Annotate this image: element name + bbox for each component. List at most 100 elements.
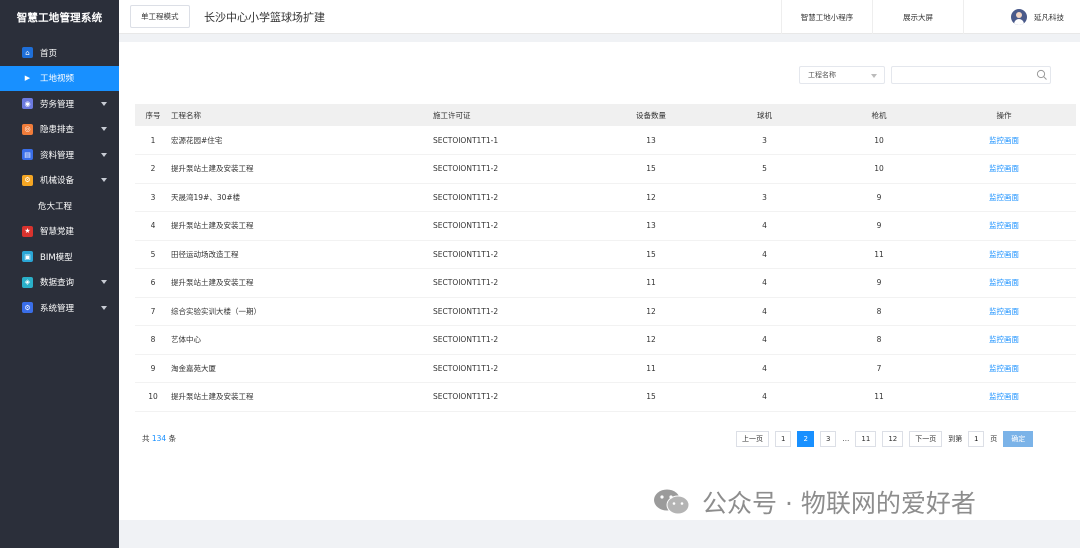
table-row: 5 田径运动场改造工程 SECTOIONT1T1-2 15 4 11 监控画面 (135, 240, 1076, 269)
wechat-logo-icon (654, 489, 690, 515)
bullet-camera-count: 9 (826, 183, 932, 212)
project-title: 长沙中心小学篮球场扩建 (204, 11, 325, 24)
col-index-header: 序号 (135, 104, 171, 126)
single-project-mode-button[interactable]: 单工程模式 (130, 5, 190, 28)
project-name: 淘金嘉苑大厦 (171, 354, 433, 383)
monitor-link[interactable]: 监控画面 (932, 325, 1076, 355)
dome-camera-count: 4 (703, 354, 826, 383)
main-card: 工程名称 序号 工程名称 施工许可证 设备数量 球机 枪机 操作 1 宏源花园#住… (119, 42, 1080, 520)
monitor-link[interactable]: 监控画面 (932, 211, 1076, 241)
project-name-select[interactable]: 工程名称 (799, 66, 885, 84)
col-permit-header: 施工许可证 (433, 104, 599, 126)
permit-no: SECTOIONT1T1-2 (433, 240, 599, 269)
dome-camera-count: 4 (703, 240, 826, 269)
row-index: 8 (135, 325, 171, 355)
machine-icon: ⚙ (22, 174, 33, 186)
permit-no: SECTOIONT1T1-2 (433, 354, 599, 383)
sidebar-item-6[interactable]: 危大工程 (0, 193, 119, 219)
sidebar: 智慧工地管理系统 ⌂ 首页 ▶ 工地视频 ◉ 劳务管理 ◎ 隐患排查 ▤ 资料管理 ⚙ 机械设备 危大工… (0, 0, 119, 548)
sidebar-item-10[interactable]: ⚙ 系统管理 (0, 295, 119, 321)
sidebar-item-2[interactable]: ◉ 劳务管理 (0, 91, 119, 117)
page-button[interactable]: 12 (882, 431, 904, 447)
dome-camera-count: 4 (703, 211, 826, 241)
sidebar-item-8[interactable]: ▣ BIM模型 (0, 244, 119, 270)
table-row: 9 淘金嘉苑大厦 SECTOIONT1T1-2 11 4 7 监控画面 (135, 354, 1076, 383)
party-icon: ★ (22, 225, 33, 237)
col-project-name-header: 工程名称 (171, 104, 433, 126)
bullet-camera-count: 11 (826, 382, 932, 412)
chevron-down-icon (101, 101, 107, 106)
project-name: 天晟湾19#、30#楼 (171, 183, 433, 212)
monitor-link[interactable]: 监控画面 (932, 382, 1076, 412)
row-index: 2 (135, 154, 171, 184)
total-count: 共 134 条 (142, 433, 176, 444)
avatar[interactable] (1011, 9, 1027, 25)
goto-label: 到第 (948, 435, 963, 443)
chevron-down-icon (101, 127, 107, 132)
prev-page-button[interactable]: 上一页 (736, 431, 769, 447)
table-row: 6 提升泵站土建及安装工程 SECTOIONT1T1-2 11 4 9 监控画面 (135, 268, 1076, 298)
big-screen-link[interactable]: 展示大屏 (872, 0, 963, 34)
row-index: 4 (135, 211, 171, 241)
row-index: 6 (135, 268, 171, 298)
device-count: 11 (599, 268, 703, 298)
bullet-camera-count: 8 (826, 297, 932, 326)
sidebar-item-3[interactable]: ◎ 隐患排查 (0, 117, 119, 143)
monitor-link[interactable]: 监控画面 (932, 297, 1076, 326)
dome-camera-count: 4 (703, 297, 826, 326)
bullet-camera-count: 10 (826, 154, 932, 184)
sidebar-item-label: 机械设备 (40, 176, 75, 187)
monitor-link[interactable]: 监控画面 (932, 154, 1076, 184)
project-name: 提升泵站土建及安装工程 (171, 268, 433, 298)
page-button[interactable]: 1 (775, 431, 792, 447)
search-icon[interactable] (1036, 69, 1048, 81)
goto-page-input[interactable] (968, 431, 985, 447)
sidebar-item-9[interactable]: ◈ 数据查询 (0, 270, 119, 296)
chevron-down-icon (101, 178, 107, 183)
confirm-button[interactable]: 确定 (1003, 431, 1034, 447)
sidebar-item-1[interactable]: ▶ 工地视频 (0, 65, 119, 91)
total-number: 134 (151, 434, 167, 443)
table-row: 7 综合实验实训大楼（一期） SECTOIONT1T1-2 12 4 8 监控画面 (135, 297, 1076, 326)
table-body: 1 宏源花园#住宅 SECTOIONT1T1-1 13 3 10 监控画面 2 提升泵站土建及安… (135, 126, 1076, 412)
table-row: 3 天晟湾19#、30#楼 SECTOIONT1T1-2 12 3 9 监控画面 (135, 183, 1076, 212)
permit-no: SECTOIONT1T1-1 (433, 126, 599, 155)
monitor-link[interactable]: 监控画面 (932, 354, 1076, 383)
hazard-icon: ◎ (22, 123, 33, 135)
project-table: 序号 工程名称 施工许可证 设备数量 球机 枪机 操作 1 宏源花园#住宅 SECT… (135, 104, 1076, 412)
monitor-link[interactable]: 监控画面 (932, 240, 1076, 269)
table-row: 1 宏源花园#住宅 SECTOIONT1T1-1 13 3 10 监控画面 (135, 126, 1076, 155)
table-row: 8 艺体中心 SECTOIONT1T1-2 12 4 8 监控画面 (135, 325, 1076, 355)
search-input[interactable] (891, 66, 1051, 84)
col-bullet-camera-header: 枪机 (826, 104, 932, 126)
monitor-link[interactable]: 监控画面 (932, 126, 1076, 155)
project-name: 宏源花园#住宅 (171, 126, 433, 155)
labor-icon: ◉ (22, 98, 33, 110)
watermark: 公众号 · 物联网的爱好者 (652, 484, 976, 520)
next-page-button[interactable]: 下一页 (909, 431, 943, 447)
pagination-ellipsis: … (842, 435, 850, 443)
page-button[interactable]: 2 (797, 431, 814, 447)
sidebar-item-4[interactable]: ▤ 资料管理 (0, 142, 119, 168)
bullet-camera-count: 9 (826, 268, 932, 298)
device-count: 13 (599, 211, 703, 241)
sidebar-item-0[interactable]: ⌂ 首页 (0, 40, 119, 66)
user-name: 延凡科技 (1034, 12, 1064, 22)
page-button[interactable]: 11 (855, 431, 877, 447)
page-button[interactable]: 3 (819, 431, 837, 447)
dome-camera-count: 5 (703, 154, 826, 184)
mini-program-link[interactable]: 智慧工地小程序 (781, 0, 872, 34)
monitor-link[interactable]: 监控画面 (932, 183, 1076, 212)
project-name: 艺体中心 (171, 325, 433, 355)
device-count: 11 (599, 354, 703, 383)
table-row: 10 提升泵站土建及安装工程 SECTOIONT1T1-2 15 4 11 监控画面 (135, 382, 1076, 412)
bullet-camera-count: 10 (826, 126, 932, 155)
sidebar-item-label: 智慧党建 (40, 227, 75, 238)
monitor-link[interactable]: 监控画面 (932, 268, 1076, 298)
sidebar-item-5[interactable]: ⚙ 机械设备 (0, 168, 119, 194)
user-menu[interactable]: 延凡科技 (1011, 0, 1064, 34)
sidebar-item-label: 隐患排查 (40, 125, 75, 136)
sidebar-item-label: 系统管理 (40, 303, 75, 314)
sidebar-item-7[interactable]: ★ 智慧党建 (0, 219, 119, 245)
page-footer-area (119, 520, 1080, 548)
